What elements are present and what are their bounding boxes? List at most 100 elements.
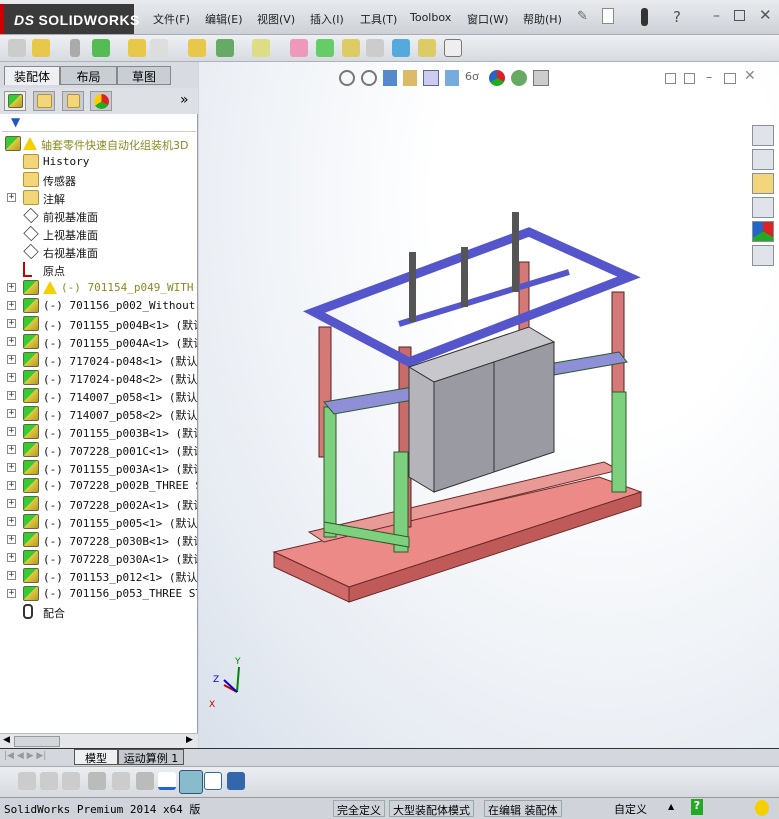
design-library-icon[interactable] [752,149,774,170]
feature-manager-icon[interactable] [4,91,26,111]
keyframe-icon[interactable] [112,772,130,790]
tree-item[interactable]: + (-) 701155_p004A<1> (默认< [0,333,197,351]
new-motion-study-icon[interactable] [290,39,308,57]
calculate-icon[interactable] [18,772,36,790]
expand-toggle[interactable]: + [7,499,16,508]
expand-toggle[interactable]: + [7,571,16,580]
results-plot-icon[interactable] [158,772,176,790]
expand-toggle[interactable]: + [7,301,16,310]
tree-item[interactable]: + (-) 701155_p005<1> (默认< [0,513,197,531]
units-dropdown-arrow[interactable]: ▲ [668,802,674,811]
scroll-left-arrow[interactable]: ◀ [3,735,10,745]
tag-icon[interactable] [755,800,769,816]
tree-item[interactable]: + (-) 701156_p002_Without M [0,297,197,315]
3d-view-icon[interactable] [179,770,203,794]
instant3d-icon[interactable] [444,39,462,57]
menu-file[interactable]: 文件(F) [153,11,190,27]
menu-tools[interactable]: 工具(T) [360,11,397,27]
scroll-right-arrow[interactable]: ▶ [186,735,193,745]
stop-icon[interactable] [62,772,80,790]
menu-window[interactable]: 窗口(W) [467,11,508,27]
tree-item[interactable]: 传感器 [0,171,197,189]
expand-toggle[interactable]: + [7,589,16,598]
expand-toggle[interactable]: + [7,481,16,490]
appearances-icon[interactable] [752,221,774,242]
help-icon[interactable]: ? [673,8,681,26]
tree-item[interactable]: 配合 [0,603,197,621]
tree-item[interactable]: + (-) 714007_p058<1> (默认< [0,387,197,405]
quick-tips-help-button[interactable]: ? [691,799,703,815]
tree-item[interactable]: + (-) 707228_p030B<1> (默认< [0,531,197,549]
expand-toggle[interactable]: + [7,409,16,418]
units-selector[interactable]: 自定义 [614,801,647,817]
assembly-model[interactable]: Y X Z [199,62,779,750]
tree-item[interactable]: + (-) 701155_p004B<1> (默认< [0,315,197,333]
display-manager-icon[interactable] [90,91,112,111]
edit-component-icon[interactable] [8,39,26,57]
custom-properties-icon[interactable] [752,245,774,266]
expand-toggle[interactable]: + [7,535,16,544]
menu-insert[interactable]: 插入(I) [310,11,344,27]
tree-item[interactable]: + (-) 701154_p049_WITH EN [0,279,197,297]
rebuild-traffic-light-icon[interactable] [641,8,648,26]
tree-item[interactable]: 前视基准面 [0,207,197,225]
tab-assembly[interactable]: 装配体 [4,66,60,85]
tree-item[interactable]: + (-) 701155_p003A<1> (默认< [0,459,197,477]
expand-toggle[interactable]: + [7,355,16,364]
file-explorer-icon[interactable] [752,173,774,194]
property-manager-icon[interactable] [33,91,55,111]
graphics-viewport[interactable]: 6ơ – ✕ Y X Z [199,62,779,750]
timeline-icon[interactable] [88,772,106,790]
tab-scroll-arrows[interactable]: |◀ ◀ ▶ ▶| [4,751,46,761]
exploded-view-icon[interactable] [342,39,360,57]
menu-edit[interactable]: 编辑(E) [205,11,243,27]
scrollbar-thumb[interactable] [14,736,60,747]
tree-item[interactable]: 原点 [0,261,197,279]
maximize-button[interactable] [734,10,745,21]
expand-toggle[interactable]: + [7,553,16,562]
configuration-manager-icon[interactable] [62,91,84,111]
tree-item[interactable]: + (-) 707228_p001C<1> (默认< [0,441,197,459]
expand-toggle[interactable]: + [7,463,16,472]
horizontal-scrollbar[interactable]: ◀ ▶ [0,733,198,749]
zoom-timeline-icon[interactable] [136,772,154,790]
expand-toggle[interactable]: + [7,445,16,454]
tab-motion-study-1[interactable]: 运动算例 1 [118,749,184,765]
tree-item[interactable]: + (-) 707228_p002A<1> (默认< [0,495,197,513]
expand-toggle[interactable]: + [7,319,16,328]
expand-toggle[interactable]: + [7,283,16,292]
menu-toolbox[interactable]: Toolbox [410,11,451,24]
mate-icon[interactable] [70,39,80,57]
expand-toggle[interactable]: + [7,337,16,346]
expand-toggle[interactable]: + [7,193,16,202]
reference-geometry-icon[interactable] [252,39,270,57]
tab-layout[interactable]: 布局 [60,66,117,85]
filter-bar[interactable]: ▼ [2,115,196,132]
expand-toggle[interactable]: + [7,427,16,436]
tab-model[interactable]: 模型 [74,749,118,765]
filter-icon[interactable]: ▼ [11,115,20,129]
view-palette-icon[interactable] [752,197,774,218]
solidworks-resources-icon[interactable] [752,125,774,146]
solidworks-logo[interactable]: DS SOLIDWORKS [0,4,139,34]
insert-component-icon[interactable] [32,39,50,57]
table-icon[interactable] [204,772,222,790]
menu-help[interactable]: 帮助(H) [523,11,562,27]
tree-item[interactable]: + (-) 701155_p003B<1> (默认< [0,423,197,441]
tree-item[interactable]: + (-) 701156_p053_THREE STA [0,585,197,603]
play-icon[interactable] [40,772,58,790]
tree-item[interactable]: + (-) 714007_p058<2> (默认< [0,405,197,423]
menu-view[interactable]: 视图(V) [257,11,295,27]
expand-toggle[interactable]: + [7,517,16,526]
tree-item[interactable]: History [0,153,197,171]
close-button[interactable]: ✕ [759,6,772,24]
expand-toggle[interactable]: + [7,373,16,382]
expand-panel-button[interactable]: » [180,92,189,108]
tree-item[interactable]: + (-) 707228_p030A<1> (默认< [0,549,197,567]
new-document-icon[interactable] [602,8,614,24]
bill-of-materials-icon[interactable] [316,39,334,57]
pattern-icon[interactable] [92,39,110,57]
tree-item[interactable]: + (-) 701153_p012<1> (默认< [0,567,197,585]
tree-root[interactable]: 轴套零件快速自动化组装机3D [0,135,197,153]
minimize-button[interactable]: – [713,8,720,24]
